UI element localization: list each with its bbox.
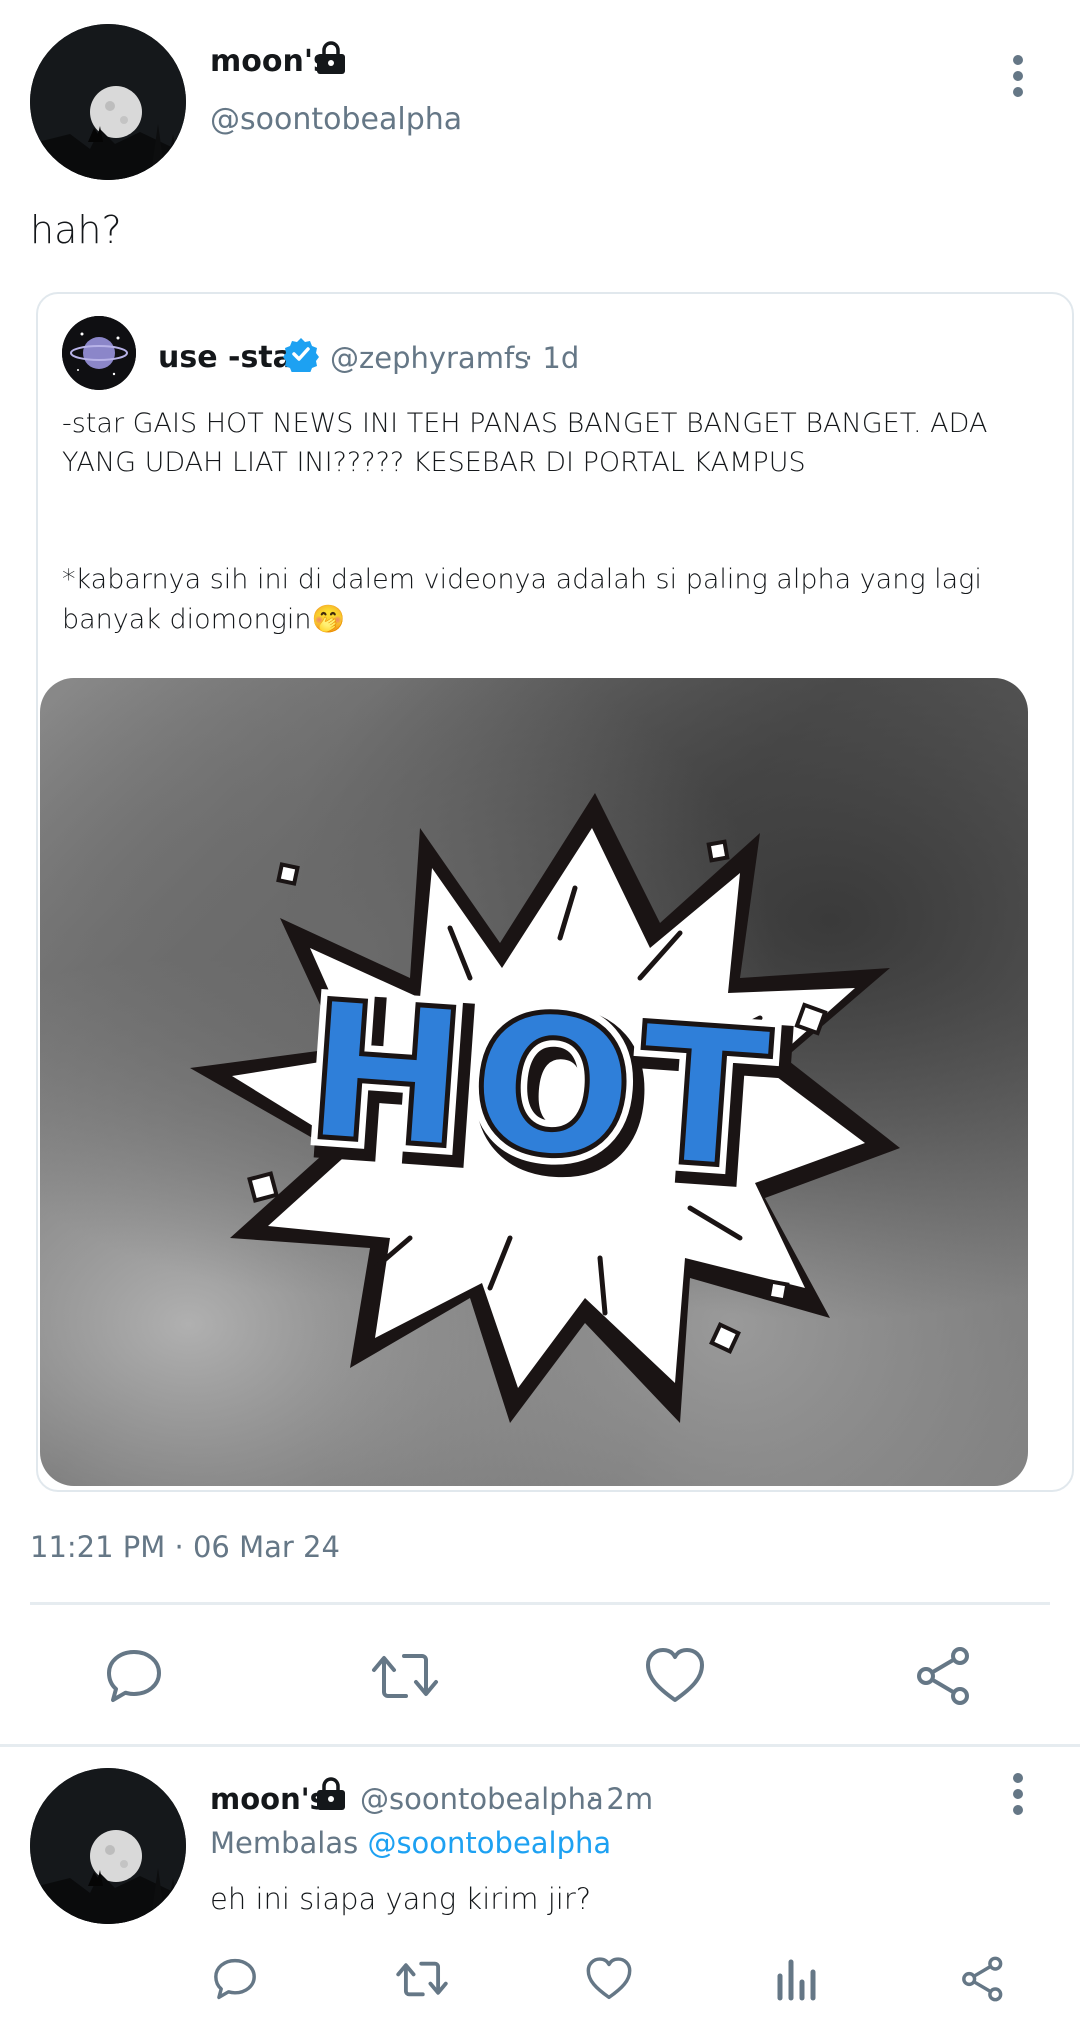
tweet-text: hah? [30,208,122,252]
replying-label: Membalas [210,1826,359,1860]
quoted-text-line-3: *kabarnya sih ini di dalem videonya adal… [62,564,982,595]
display-name[interactable]: moon's [210,44,331,79]
reply-avatar-image [30,1768,186,1924]
quoted-media-image[interactable]: HOT HOT HOT [40,678,1028,1486]
handle[interactable]: @soontobealpha [210,102,462,137]
tweet-timestamp: 11:21 PM · 06 Mar 24 [30,1530,340,1564]
replying-to-link[interactable]: @soontobealpha [367,1826,611,1860]
quoted-text-line-1: -star GAIS HOT NEWS INI TEH PANAS BANGET… [62,408,988,439]
reply-icon[interactable] [104,1646,164,1706]
verified-badge-icon [283,336,319,372]
section-divider [0,1744,1080,1747]
more-vertical-icon[interactable] [1006,54,1030,98]
hot-text: HOT [300,960,782,1213]
quoted-avatar[interactable] [62,316,136,390]
hot-sticker-graphic: HOT HOT HOT [190,793,900,1423]
reply-display-name[interactable]: moon's [210,1782,327,1816]
replying-to-line: Membalas @soontobealpha [210,1826,611,1860]
divider [30,1602,1050,1605]
quoted-text-line-4: banyak diomongin🤭 [62,604,346,635]
reply-heart-icon[interactable] [585,1956,633,2002]
reply-reply-icon[interactable] [212,1956,258,2002]
heart-icon[interactable] [644,1646,706,1706]
quoted-handle[interactable]: @zephyramfs [330,341,529,375]
reply-avatar[interactable] [30,1768,186,1924]
avatar[interactable] [30,24,186,180]
avatar-image [30,24,186,180]
reply-more-vertical-icon[interactable] [1006,1772,1030,1816]
reply-share-icon[interactable] [960,1956,1006,2002]
reply-handle[interactable]: @soontobealpha [360,1782,604,1816]
retweet-icon[interactable] [370,1646,440,1706]
reply-retweet-icon[interactable] [394,1956,450,2002]
quoted-text-line-2: YANG UDAH LIAT INI????? KESEBAR DI PORTA… [62,447,806,478]
quoted-time: · 1d [524,341,580,375]
planet-avatar-image [62,316,136,390]
reply-text: eh ini siapa yang kirim jir? [210,1882,592,1916]
reply-lock-icon [314,1776,348,1812]
stats-icon[interactable] [774,1956,820,2002]
reply-time: · 2m [588,1782,654,1816]
lock-icon [314,40,348,76]
share-icon[interactable] [914,1646,974,1706]
